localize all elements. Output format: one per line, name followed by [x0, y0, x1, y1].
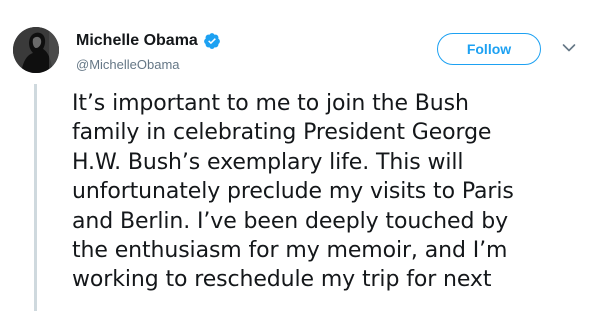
- tweet-text-line: working to reschedule my trip for next: [72, 267, 492, 293]
- chevron-down-icon[interactable]: [562, 43, 576, 53]
- thread-line: [34, 84, 37, 311]
- tweet-text: It’s important to me to join the Bush fa…: [72, 89, 597, 295]
- follow-button[interactable]: Follow: [437, 33, 541, 65]
- author-display-name[interactable]: Michelle Obama: [76, 32, 198, 50]
- verified-badge-icon: [203, 33, 220, 49]
- tweet-text-line: It’s important to me to join the Bush: [72, 91, 469, 116]
- tweet-text-line: H.W. Bush’s exemplary life. This will: [72, 149, 464, 175]
- avatar[interactable]: [13, 27, 59, 73]
- author-handle[interactable]: @MichelleObama: [76, 57, 180, 72]
- tweet-text-line: unfortunately preclude my visits to Pari…: [72, 179, 514, 205]
- tweet-text-line: family in celebrating President George: [72, 120, 492, 146]
- tweet-text-line: and Berlin. I’ve been deeply touched by: [72, 208, 508, 234]
- avatar-image: [13, 27, 59, 73]
- author-name-row[interactable]: Michelle Obama: [76, 30, 221, 52]
- tweet-card: Michelle Obama @MichelleObama Follow It’…: [0, 0, 602, 311]
- tweet-text-line: the enthusiasm for my memoir, and I’m: [72, 238, 508, 264]
